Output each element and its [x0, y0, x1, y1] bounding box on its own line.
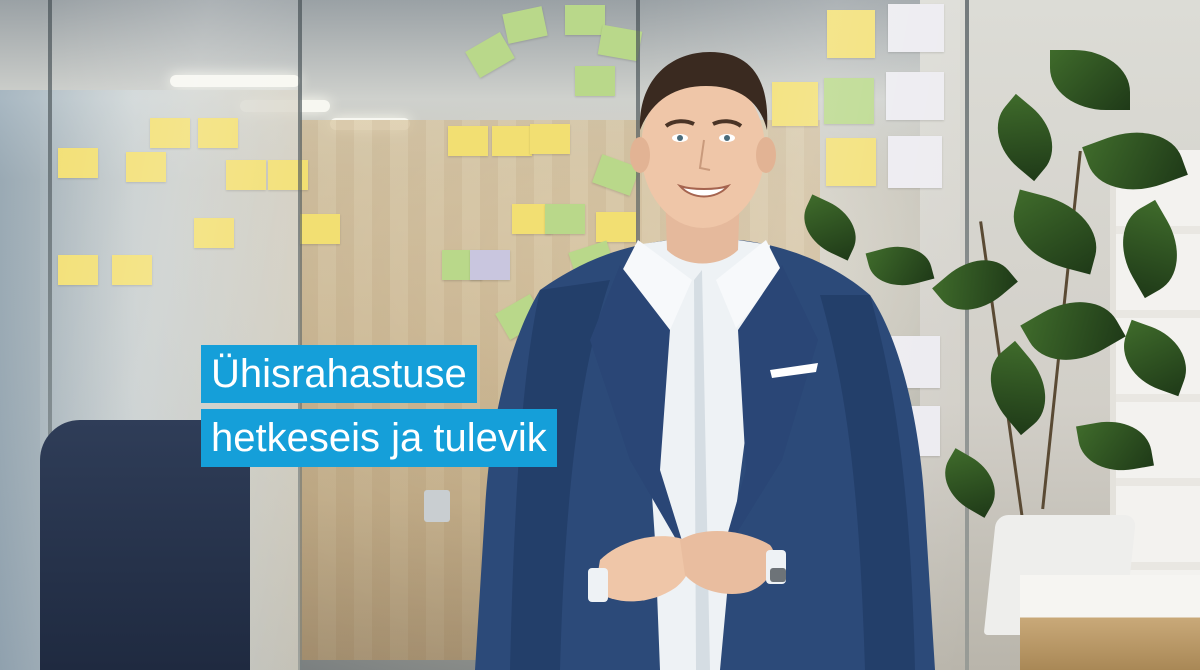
sticky-note: [565, 5, 605, 35]
shirt-cuff: [588, 568, 608, 602]
headline-line-1: Ühisrahastuse: [201, 345, 477, 403]
headline-line-2: hetkeseis ja tulevik: [201, 409, 557, 467]
sticky-note: [300, 214, 340, 244]
iris: [724, 135, 730, 141]
wristwatch: [770, 568, 786, 582]
glass-frame: [298, 0, 302, 670]
ear: [630, 137, 650, 173]
door-handle: [424, 490, 450, 522]
ear: [756, 137, 776, 173]
iris: [677, 135, 683, 141]
headline-overlay: Ühisrahastuse hetkeseis ja tulevik: [201, 345, 557, 467]
photo-scene: Ühisrahastuse hetkeseis ja tulevik: [0, 0, 1200, 670]
glass-frame: [965, 0, 969, 670]
white-table: [1020, 575, 1200, 670]
